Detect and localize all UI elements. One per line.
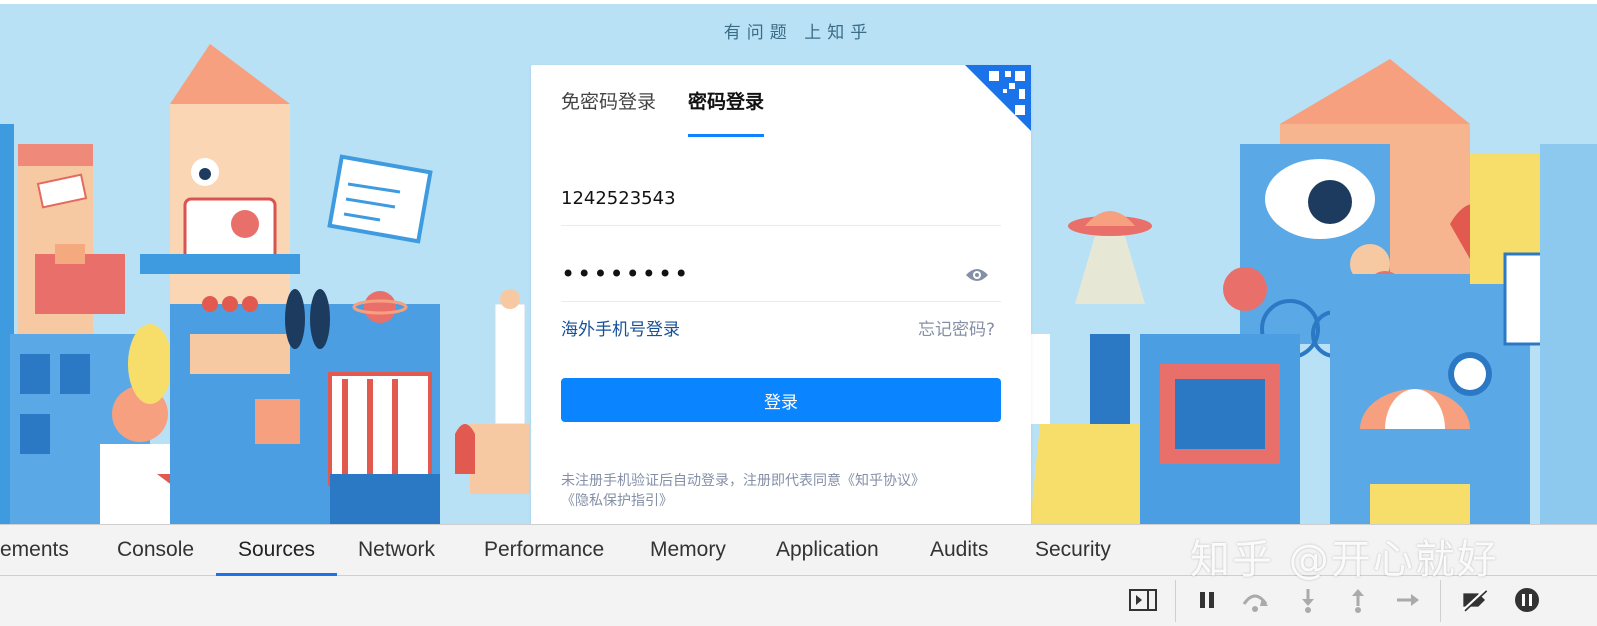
login-tabs: 免密码登录 密码登录: [561, 87, 765, 137]
agreement-text: 未注册手机验证后自动登录，注册即代表同意《知乎协议》 《隐私保护指引》: [561, 471, 1001, 511]
step-over-icon[interactable]: [1240, 586, 1270, 614]
toolbar-separator: [1175, 580, 1176, 622]
toggle-navigator-icon[interactable]: [1128, 586, 1158, 614]
zhihu-agreement-link[interactable]: 《知乎协议》: [841, 473, 925, 489]
show-password-eye-icon[interactable]: [965, 267, 989, 283]
tab-performance[interactable]: Performance: [484, 525, 604, 575]
tab-application[interactable]: Application: [776, 525, 879, 575]
password-field: [561, 249, 1001, 302]
tab-audits[interactable]: Audits: [930, 525, 988, 575]
username-field: [561, 173, 1001, 226]
watermark: 知乎 @开心就好: [1190, 537, 1499, 583]
qr-code-corner-icon[interactable]: [965, 65, 1031, 131]
toolbar-separator: [1440, 580, 1441, 622]
tab-console[interactable]: Console: [117, 525, 194, 575]
step-icon[interactable]: [1393, 586, 1423, 614]
forgot-password-link[interactable]: 忘记密码?: [918, 315, 995, 340]
step-into-icon[interactable]: [1293, 586, 1323, 614]
tab-memory[interactable]: Memory: [650, 525, 726, 575]
tab-password-login[interactable]: 密码登录: [688, 87, 765, 137]
slogan: 有问题 上知乎: [723, 23, 874, 43]
pause-on-exceptions-icon[interactable]: [1512, 586, 1542, 614]
agreement-prefix: 未注册手机验证后自动登录，注册即代表同意: [561, 473, 841, 489]
tab-passwordless-login[interactable]: 免密码登录: [561, 87, 656, 137]
tab-security[interactable]: Security: [1035, 525, 1111, 575]
privacy-guide-link[interactable]: 《隐私保护指引》: [561, 493, 673, 509]
tab-sources[interactable]: Sources: [215, 525, 338, 576]
step-out-icon[interactable]: [1343, 586, 1373, 614]
tab-network[interactable]: Network: [358, 525, 435, 575]
login-links-row: 海外手机号登录 忘记密码?: [561, 315, 1001, 345]
login-submit-button[interactable]: 登录: [561, 378, 1001, 422]
tab-elements[interactable]: ements: [0, 525, 69, 575]
overseas-phone-login-link[interactable]: 海外手机号登录: [561, 315, 680, 340]
login-card: 免密码登录 密码登录 海外手机号登录 忘记密码? 登录 未注册手机验证后自动登录…: [531, 65, 1031, 535]
pause-icon[interactable]: [1192, 586, 1222, 614]
username-input[interactable]: [561, 173, 941, 223]
password-input[interactable]: [561, 249, 941, 299]
deactivate-breakpoints-icon[interactable]: [1460, 586, 1490, 614]
